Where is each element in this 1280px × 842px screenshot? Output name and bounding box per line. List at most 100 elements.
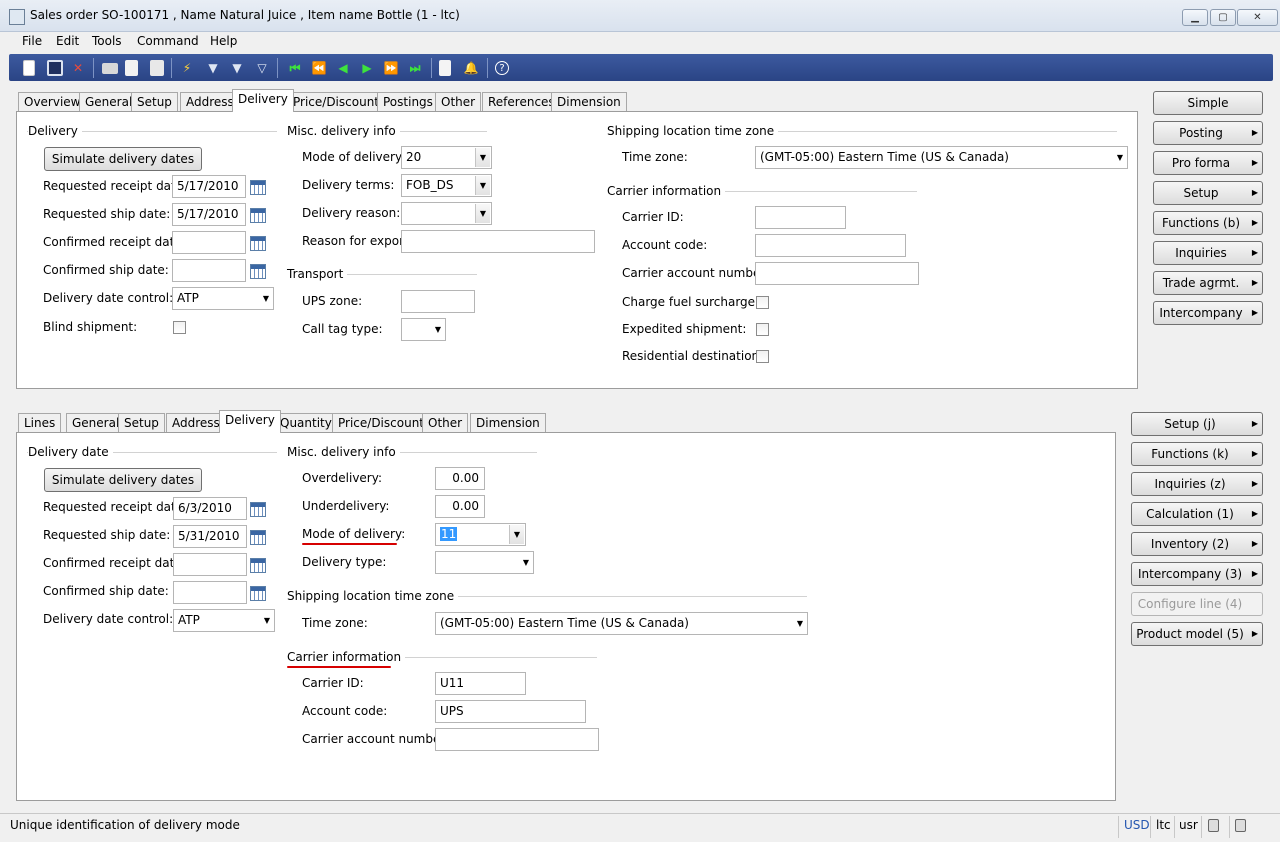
chevron-down-icon[interactable]: ▼: [475, 148, 490, 167]
header-tab-other[interactable]: Other: [435, 92, 482, 112]
delete-icon[interactable]: ✕: [70, 60, 86, 76]
carrier-account-number-field[interactable]: [435, 728, 599, 751]
simple-button[interactable]: Simple: [1153, 91, 1263, 115]
help-icon[interactable]: ?: [495, 61, 509, 75]
mode-of-delivery-combo[interactable]: 20 ▼: [401, 146, 492, 169]
requested-ship-date-field[interactable]: 5/17/2010: [172, 203, 246, 226]
lines-calculation-button[interactable]: Calculation (1) ▶: [1131, 502, 1263, 526]
print-preview-icon[interactable]: [125, 60, 138, 76]
calendar-icon[interactable]: [250, 208, 266, 223]
calendar-icon[interactable]: [250, 558, 266, 573]
pro-forma-button[interactable]: Pro forma ▶: [1153, 151, 1263, 175]
lines-functions-button[interactable]: Functions (k) ▶: [1131, 442, 1263, 466]
lines-tab-address[interactable]: Address: [166, 413, 226, 433]
underdelivery-field[interactable]: 0.00: [435, 495, 485, 518]
lines-inventory-button[interactable]: Inventory (2) ▶: [1131, 532, 1263, 556]
calendar-icon[interactable]: [250, 502, 266, 517]
mode-of-delivery-value[interactable]: 11: [440, 527, 458, 541]
lines-tab-dimension[interactable]: Dimension: [470, 413, 546, 433]
account-code-field[interactable]: [755, 234, 906, 257]
filter-by-selection-icon[interactable]: ⚡: [179, 60, 195, 76]
confirmed-ship-date-field[interactable]: [173, 581, 247, 604]
expedited-shipment-checkbox[interactable]: [756, 323, 769, 336]
header-tab-delivery[interactable]: Delivery: [232, 89, 294, 112]
carrier-id-field[interactable]: U11: [435, 672, 526, 695]
functions-button[interactable]: Functions (b) ▶: [1153, 211, 1263, 235]
calendar-icon[interactable]: [250, 586, 266, 601]
blind-shipment-checkbox[interactable]: [173, 321, 186, 334]
database-icon[interactable]: [1208, 819, 1219, 832]
setup-button[interactable]: Setup ▶: [1153, 181, 1263, 205]
delivery-reason-combo[interactable]: ▼: [401, 202, 492, 225]
export-icon[interactable]: [150, 60, 164, 76]
menu-command[interactable]: Command: [137, 34, 199, 48]
lines-tab-delivery[interactable]: Delivery: [219, 410, 281, 433]
carrier-account-number-field[interactable]: [755, 262, 919, 285]
simulate-delivery-dates-button[interactable]: Simulate delivery dates: [44, 468, 202, 492]
header-tab-overview[interactable]: Overview: [18, 92, 87, 112]
overdelivery-field[interactable]: 0.00: [435, 467, 485, 490]
lines-tab-setup[interactable]: Setup: [118, 413, 165, 433]
residential-destination-checkbox[interactable]: [756, 350, 769, 363]
lines-tab-general[interactable]: General: [66, 413, 126, 433]
maximize-button[interactable]: ▢: [1210, 9, 1236, 26]
remove-filter-icon[interactable]: ▽: [254, 60, 270, 76]
lines-tab-lines[interactable]: Lines: [18, 413, 62, 433]
next-page-icon[interactable]: ⏩: [383, 60, 399, 76]
trade-agreement-button[interactable]: Trade agrmt. ▶: [1153, 271, 1263, 295]
delivery-date-control-select[interactable]: ATP ▼: [173, 609, 275, 632]
lines-tab-price-discount[interactable]: Price/Discount: [332, 413, 430, 433]
confirmed-receipt-date-field[interactable]: [172, 231, 246, 254]
next-record-icon[interactable]: ▶: [359, 60, 375, 76]
header-tab-dimension[interactable]: Dimension: [551, 92, 627, 112]
confirmed-receipt-date-field[interactable]: [173, 553, 247, 576]
delivery-type-select[interactable]: ▼: [435, 551, 534, 574]
delivery-terms-combo[interactable]: FOB_DS ▼: [401, 174, 492, 197]
calendar-icon[interactable]: [250, 264, 266, 279]
chevron-down-icon[interactable]: ▼: [475, 204, 490, 223]
minimize-button[interactable]: ▁: [1182, 9, 1208, 26]
call-tag-type-select[interactable]: ▼: [401, 318, 446, 341]
header-tab-address[interactable]: Address: [180, 92, 240, 112]
calendar-icon[interactable]: [250, 236, 266, 251]
chevron-down-icon[interactable]: ▼: [509, 525, 524, 544]
save-icon[interactable]: [47, 60, 63, 76]
print-icon[interactable]: [102, 63, 118, 74]
requested-receipt-date-field[interactable]: 6/3/2010: [173, 497, 247, 520]
account-code-field[interactable]: UPS: [435, 700, 586, 723]
close-button[interactable]: ✕: [1237, 9, 1278, 26]
status-currency[interactable]: USD: [1124, 818, 1150, 832]
new-icon[interactable]: [23, 60, 35, 76]
header-tab-setup[interactable]: Setup: [131, 92, 178, 112]
calendar-icon[interactable]: [250, 530, 266, 545]
lines-intercompany-button[interactable]: Intercompany (3) ▶: [1131, 562, 1263, 586]
previous-page-icon[interactable]: ⏪: [311, 60, 327, 76]
filter-icon[interactable]: ▼: [205, 60, 221, 76]
ups-zone-field[interactable]: [401, 290, 475, 313]
lines-setup-button[interactable]: Setup (j) ▶: [1131, 412, 1263, 436]
menu-file[interactable]: File: [22, 34, 42, 48]
previous-record-icon[interactable]: ◀: [335, 60, 351, 76]
status-company[interactable]: ltc: [1156, 818, 1171, 832]
lines-tab-quantity[interactable]: Quantity: [274, 413, 338, 433]
advanced-filter-icon[interactable]: ▼: [229, 60, 245, 76]
delivery-date-control-select[interactable]: ATP ▼: [172, 287, 274, 310]
requested-receipt-date-field[interactable]: 5/17/2010: [172, 175, 246, 198]
chevron-down-icon[interactable]: ▼: [475, 176, 490, 195]
calendar-icon[interactable]: [250, 180, 266, 195]
simulate-delivery-dates-button[interactable]: Simulate delivery dates: [44, 147, 202, 171]
time-zone-select[interactable]: (GMT-05:00) Eastern Time (US & Canada) ▼: [435, 612, 808, 635]
posting-button[interactable]: Posting ▶: [1153, 121, 1263, 145]
first-record-icon[interactable]: ⏮: [287, 60, 303, 76]
menu-tools[interactable]: Tools: [92, 34, 122, 48]
menu-edit[interactable]: Edit: [56, 34, 79, 48]
product-model-button[interactable]: Product model (5) ▶: [1131, 622, 1263, 646]
intercompany-button[interactable]: Intercompany ▶: [1153, 301, 1263, 325]
header-tab-price-discount[interactable]: Price/Discount: [287, 92, 385, 112]
carrier-id-field[interactable]: [755, 206, 846, 229]
mode-of-delivery-combo[interactable]: 11 ▼: [435, 523, 526, 546]
header-tab-postings[interactable]: Postings: [377, 92, 439, 112]
header-tab-general[interactable]: General: [79, 92, 139, 112]
attachment-icon[interactable]: [439, 60, 451, 76]
requested-ship-date-field[interactable]: 5/31/2010: [173, 525, 247, 548]
